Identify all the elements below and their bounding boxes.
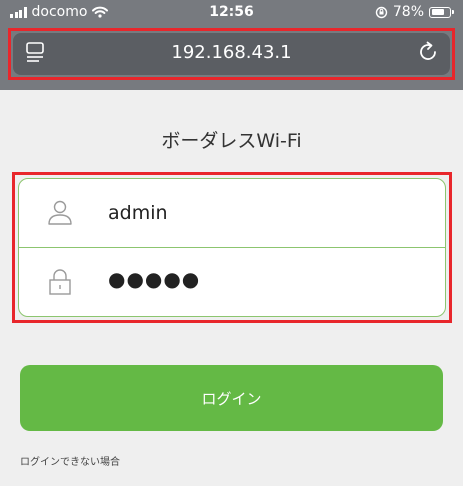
user-icon bbox=[48, 200, 72, 225]
password-field[interactable]: ●●●●● bbox=[19, 247, 445, 315]
battery-percent: 78% bbox=[392, 4, 424, 20]
status-bar: docomo 12:56 78% bbox=[0, 0, 463, 24]
orientation-lock-icon bbox=[375, 6, 388, 18]
status-right-group: 78% bbox=[375, 4, 454, 20]
username-field[interactable]: admin bbox=[19, 179, 445, 248]
url-bar[interactable]: 192.168.43.1 bbox=[13, 33, 450, 75]
login-button[interactable]: ログイン bbox=[20, 365, 443, 431]
browser-chrome: docomo 12:56 78% 192.168.43.1 bbox=[0, 0, 463, 90]
cannot-login-link[interactable]: ログインできない場合 bbox=[20, 453, 120, 468]
reload-icon[interactable] bbox=[416, 40, 440, 64]
lock-icon bbox=[49, 269, 71, 295]
login-form: admin ●●●●● bbox=[18, 178, 446, 317]
credentials-highlight: admin ●●●●● bbox=[12, 172, 452, 323]
page-title: ボーダレスWi-Fi bbox=[161, 130, 302, 152]
password-value[interactable]: ●●●●● bbox=[108, 267, 200, 291]
battery-icon bbox=[429, 6, 454, 18]
url-address[interactable]: 192.168.43.1 bbox=[13, 42, 450, 63]
username-value[interactable]: admin bbox=[108, 202, 168, 224]
url-bar-highlight: 192.168.43.1 bbox=[8, 28, 455, 80]
